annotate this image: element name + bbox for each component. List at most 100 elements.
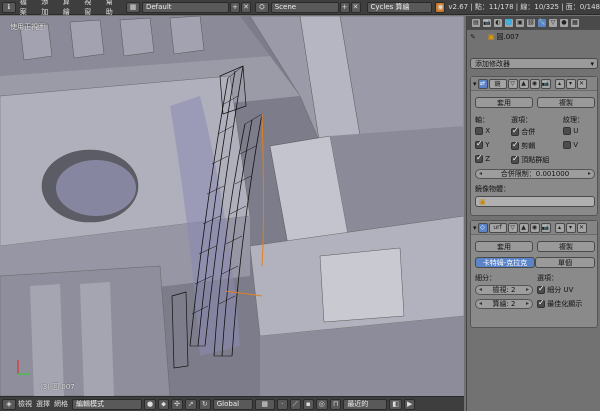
scene-selector[interactable]: Scene: [270, 1, 339, 13]
axis-title: 軸：: [475, 116, 489, 124]
edit-mode-icon[interactable]: ▲: [518, 78, 529, 89]
material-tab-icon[interactable]: ●: [559, 17, 569, 28]
mirror-modifier-panel: ▾ ⇄ 鏡 ▽ ▲ ◉ 📷 ▴ ▾ ✕ 套用 複製 軸： 選項： 紋理： X 合…: [470, 76, 598, 216]
pivot-icon[interactable]: ⬥: [158, 398, 170, 410]
object-name: 圓.007: [496, 33, 520, 41]
realtime-icon[interactable]: ◉: [529, 78, 540, 89]
move-up-icon[interactable]: ▴: [554, 78, 565, 89]
edit-mode-icon[interactable]: ▲: [518, 222, 529, 233]
menu-render[interactable]: 算繪: [59, 0, 81, 17]
subdivide-uv-checkbox[interactable]: 細分 UV: [537, 284, 573, 295]
increment-icon[interactable]: ▸: [588, 170, 591, 177]
dropdown-arrow-icon: ▾: [590, 59, 594, 68]
edit-cage-icon[interactable]: ▽: [507, 78, 518, 89]
render-icon[interactable]: 📷: [540, 78, 551, 89]
axis-z-checkbox[interactable]: Z: [475, 153, 490, 163]
proportional-edit-icon[interactable]: ◎: [315, 398, 328, 410]
editor-type-icon[interactable]: ◈: [2, 398, 16, 410]
remove-modifier-icon[interactable]: ✕: [576, 222, 587, 233]
merge-checkbox[interactable]: 合併: [511, 126, 535, 137]
axis-x-checkbox[interactable]: X: [475, 127, 490, 135]
menu-view[interactable]: 檢視: [16, 399, 34, 409]
increment-icon[interactable]: ▸: [526, 286, 529, 293]
optimal-display-checkbox[interactable]: 最佳化顯示: [537, 298, 582, 309]
menu-mesh[interactable]: 網格: [52, 399, 70, 409]
decrement-icon[interactable]: ◂: [479, 286, 482, 293]
render-animation-icon[interactable]: ▶: [403, 398, 416, 410]
realtime-icon[interactable]: ◉: [529, 222, 540, 233]
render-icon[interactable]: 📷: [540, 222, 551, 233]
translate-icon[interactable]: ➚: [184, 398, 197, 410]
delete-scene-button[interactable]: ✕: [350, 1, 361, 13]
decrement-icon[interactable]: ◂: [479, 170, 482, 177]
scene-tab-icon[interactable]: ◐: [493, 17, 503, 28]
properties-panel: ▤ 📷 ◐ 🌐 ▣ ⛓ 🔧 ▽ ● ▦ ✎ ▣ 圓.007 添加修改器 ▾ ▾ …: [466, 16, 600, 411]
delete-layout-button[interactable]: ✕: [241, 1, 252, 13]
menu-help[interactable]: 幫助: [102, 0, 124, 17]
3d-viewport[interactable]: 使用正視圖 (3) 圓.007: [0, 16, 464, 396]
edit-cage-icon[interactable]: ▽: [507, 222, 518, 233]
move-up-icon[interactable]: ▴: [554, 222, 565, 233]
add-modifier-dropdown[interactable]: 添加修改器 ▾: [470, 58, 598, 69]
snap-target-selector[interactable]: 最近的: [343, 398, 388, 410]
add-scene-button[interactable]: +: [339, 1, 350, 13]
increment-icon[interactable]: ▸: [526, 300, 529, 307]
rotate-icon[interactable]: ↻: [198, 398, 211, 410]
editor-type-icon[interactable]: ▤: [471, 17, 481, 28]
pin-icon[interactable]: ✎: [470, 33, 476, 41]
simple-toggle[interactable]: 單個: [535, 257, 595, 268]
subsurf-name-field[interactable]: urf: [488, 222, 507, 233]
texture-u-checkbox[interactable]: U: [563, 127, 578, 135]
axis-y-checkbox[interactable]: Y: [475, 139, 490, 149]
face-select-icon[interactable]: ▪: [302, 398, 314, 410]
viewport-header: ◈ 檢視 選擇 網格 編輯模式 ● ⬥ ✣ ➚ ↻ Global ▦ ⋅ ⟋ ▪…: [0, 396, 464, 411]
screen-layout-icon[interactable]: ▦: [126, 1, 140, 13]
catmull-clark-toggle[interactable]: 卡特姆-克拉克: [475, 257, 535, 268]
render-tab-icon[interactable]: 📷: [482, 17, 492, 28]
info-editor-icon[interactable]: ℹ: [2, 1, 16, 13]
subsurf-apply-button[interactable]: 套用: [475, 241, 533, 252]
mirror-name-field[interactable]: 鏡: [488, 78, 507, 89]
menu-select[interactable]: 選擇: [34, 399, 52, 409]
mirror-apply-button[interactable]: 套用: [475, 97, 533, 108]
scene-icon[interactable]: ⛭: [255, 1, 269, 13]
texture-tab-icon[interactable]: ▦: [570, 17, 580, 28]
menu-window[interactable]: 視窗: [80, 0, 102, 17]
move-down-icon[interactable]: ▾: [565, 78, 576, 89]
shading-icon[interactable]: ●: [144, 398, 157, 410]
merge-limit-field[interactable]: ◂ 合併限制：0.001000 ▸: [475, 169, 595, 179]
vertex-groups-checkbox[interactable]: 頂點群組: [511, 154, 549, 165]
object-tab-icon[interactable]: ▣: [515, 17, 525, 28]
mirror-copy-button[interactable]: 複製: [537, 97, 595, 108]
top-header: ℹ 檔案 添加 算繪 視窗 幫助 ▦ Default + ✕ ⛭ Scene +…: [0, 0, 600, 17]
modifier-tab-icon[interactable]: 🔧: [537, 17, 547, 28]
snap-icon[interactable]: ⊓: [329, 398, 342, 410]
layout-selector[interactable]: Default: [141, 1, 230, 13]
data-tab-icon[interactable]: ▽: [548, 17, 558, 28]
view-levels-field[interactable]: ◂ 檢視: 2 ▸: [475, 285, 533, 295]
menu-add[interactable]: 添加: [37, 0, 59, 17]
remove-modifier-icon[interactable]: ✕: [576, 78, 587, 89]
vertex-select-icon[interactable]: ⋅: [276, 398, 288, 410]
render-levels-field[interactable]: ◂ 算繪: 2 ▸: [475, 299, 533, 309]
manipulator-icon[interactable]: ✣: [171, 398, 183, 410]
collapse-arrow-icon[interactable]: ▾: [473, 80, 477, 88]
mirror-object-field[interactable]: ▣: [475, 196, 595, 207]
add-layout-button[interactable]: +: [230, 1, 241, 13]
mode-selector[interactable]: 編輯模式: [72, 398, 142, 410]
render-engine-selector[interactable]: Cycles 算繪: [366, 1, 433, 13]
opengl-render-icon[interactable]: ◧: [389, 398, 402, 410]
decrement-icon[interactable]: ◂: [479, 300, 482, 307]
clipping-checkbox[interactable]: 剪輯: [511, 140, 535, 151]
move-down-icon[interactable]: ▾: [565, 222, 576, 233]
texture-v-checkbox[interactable]: V: [563, 141, 578, 149]
world-tab-icon[interactable]: 🌐: [504, 17, 514, 28]
edge-select-icon[interactable]: ⟋: [289, 398, 301, 410]
menu-file[interactable]: 檔案: [16, 0, 38, 17]
constraint-tab-icon[interactable]: ⛓: [526, 17, 536, 28]
subsurf-copy-button[interactable]: 複製: [537, 241, 595, 252]
layers-icon[interactable]: ▦: [254, 398, 275, 410]
object-breadcrumb: ✎ ▣ 圓.007: [467, 30, 600, 44]
collapse-arrow-icon[interactable]: ▾: [473, 224, 477, 232]
orientation-selector[interactable]: Global: [212, 398, 253, 410]
